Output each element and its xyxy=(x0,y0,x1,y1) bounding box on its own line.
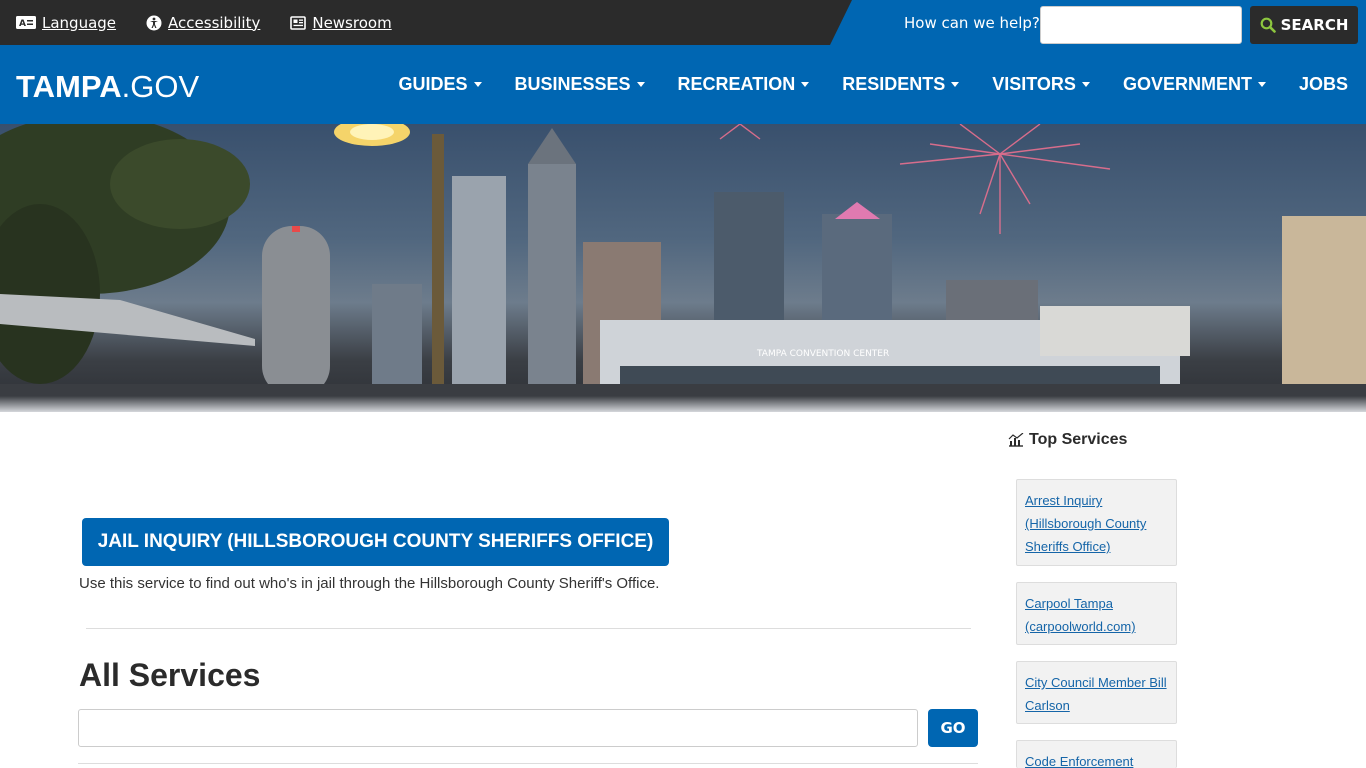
chart-icon xyxy=(1008,433,1024,447)
newsroom-icon xyxy=(290,15,307,30)
nav-visitors-label: VISITORS xyxy=(992,74,1076,94)
service-card-carpool-tampa[interactable]: Carpool Tampa (carpoolworld.com) xyxy=(1016,582,1177,645)
logo-light: .GOV xyxy=(121,69,200,104)
language-label: Language xyxy=(42,13,117,32)
help-search-area: How can we help? SEARCH xyxy=(830,0,1366,45)
caret-down-icon xyxy=(801,82,810,87)
service-link-line[interactable]: Code Enforcement Board xyxy=(1025,750,1168,768)
skyline-illustration: TAMPA CONVENTION CENTER xyxy=(0,124,1366,412)
accessibility-link[interactable]: Accessibility xyxy=(146,14,260,32)
tampa-gov-logo[interactable]: TAMPA.GOV xyxy=(16,69,199,105)
nav-visitors[interactable]: VISITORS xyxy=(992,74,1090,95)
hero-fade xyxy=(0,396,1366,412)
services-list-top-border xyxy=(78,763,978,768)
jail-inquiry-description: Use this service to find out who's in ja… xyxy=(79,575,660,592)
nav-guides-label: GUIDES xyxy=(398,74,468,94)
service-link-line[interactable]: Carpool Tampa xyxy=(1025,592,1168,615)
search-icon xyxy=(1260,17,1276,33)
nav-guides[interactable]: GUIDES xyxy=(398,74,482,95)
language-link[interactable]: A Language xyxy=(16,14,116,32)
caret-down-icon xyxy=(473,82,482,87)
nav-government-label: GOVERNMENT xyxy=(1122,74,1252,94)
utility-links: A Language Accessibility Newsroom xyxy=(16,0,392,45)
service-card-arrest-inquiry[interactable]: Arrest Inquiry (Hillsborough County Sher… xyxy=(1016,479,1177,566)
hero-skyline-image: TAMPA CONVENTION CENTER xyxy=(0,124,1366,412)
nav-residents-label: RESIDENTS xyxy=(842,74,946,94)
nav-residents[interactable]: RESIDENTS xyxy=(842,74,960,95)
top-services-heading: Top Services xyxy=(1008,431,1127,449)
service-card-code-enforcement[interactable]: Code Enforcement Board xyxy=(1016,740,1177,768)
nav-jobs[interactable]: JOBS xyxy=(1299,74,1348,95)
newsroom-link[interactable]: Newsroom xyxy=(290,13,392,32)
search-button-label: SEARCH xyxy=(1280,16,1349,34)
nav-businesses[interactable]: BUSINESSES xyxy=(515,74,645,95)
service-card-council-member[interactable]: City Council Member Bill Carlson xyxy=(1016,661,1177,724)
utility-bar: A Language Accessibility Newsroom How ca… xyxy=(0,0,1366,45)
service-link-line[interactable]: Arrest Inquiry xyxy=(1025,489,1168,512)
service-link-line[interactable]: (carpoolworld.com) xyxy=(1025,615,1168,638)
language-icon: A xyxy=(16,16,36,29)
all-services-title: All Services xyxy=(79,657,261,693)
svg-text:A: A xyxy=(19,19,26,29)
nav-jobs-label: JOBS xyxy=(1298,74,1348,94)
caret-down-icon xyxy=(636,82,645,87)
nav-items: GUIDES BUSINESSES RECREATION RESIDENTS V… xyxy=(398,45,1348,124)
service-link-line[interactable]: (Hillsborough County xyxy=(1025,512,1168,535)
main-nav: TAMPA.GOV GUIDES BUSINESSES RECREATION R… xyxy=(0,45,1366,124)
tree-decoration xyxy=(0,124,250,384)
convention-center-sign: TAMPA CONVENTION CENTER xyxy=(756,349,889,359)
top-services-title: Top Services xyxy=(1029,431,1128,448)
section-divider xyxy=(86,628,971,629)
jail-inquiry-button[interactable]: JAIL INQUIRY (HILLSBOROUGH COUNTY SHERIF… xyxy=(82,518,669,566)
search-button[interactable]: SEARCH xyxy=(1250,6,1358,44)
service-link-line[interactable]: City Council Member Bill xyxy=(1025,671,1168,694)
logo-bold: TAMPA xyxy=(16,69,122,104)
accessibility-label: Accessibility xyxy=(168,13,261,32)
help-label: How can we help? xyxy=(904,14,1040,32)
all-services-search-input[interactable] xyxy=(78,709,918,747)
caret-down-icon xyxy=(951,82,960,87)
site-search-input[interactable] xyxy=(1040,6,1242,44)
nav-government[interactable]: GOVERNMENT xyxy=(1123,74,1266,95)
accessibility-icon xyxy=(146,15,162,30)
nav-recreation-label: RECREATION xyxy=(677,74,796,94)
service-link-line[interactable]: Sheriffs Office) xyxy=(1025,535,1168,558)
caret-down-icon xyxy=(1257,82,1266,87)
go-button[interactable]: GO xyxy=(928,709,978,747)
convention-center-decoration: TAMPA CONVENTION CENTER xyxy=(600,306,1190,396)
caret-down-icon xyxy=(1081,82,1090,87)
nav-recreation[interactable]: RECREATION xyxy=(678,74,810,95)
newsroom-label: Newsroom xyxy=(312,13,392,32)
service-link-line[interactable]: Carlson xyxy=(1025,694,1168,717)
nav-businesses-label: BUSINESSES xyxy=(514,74,631,94)
